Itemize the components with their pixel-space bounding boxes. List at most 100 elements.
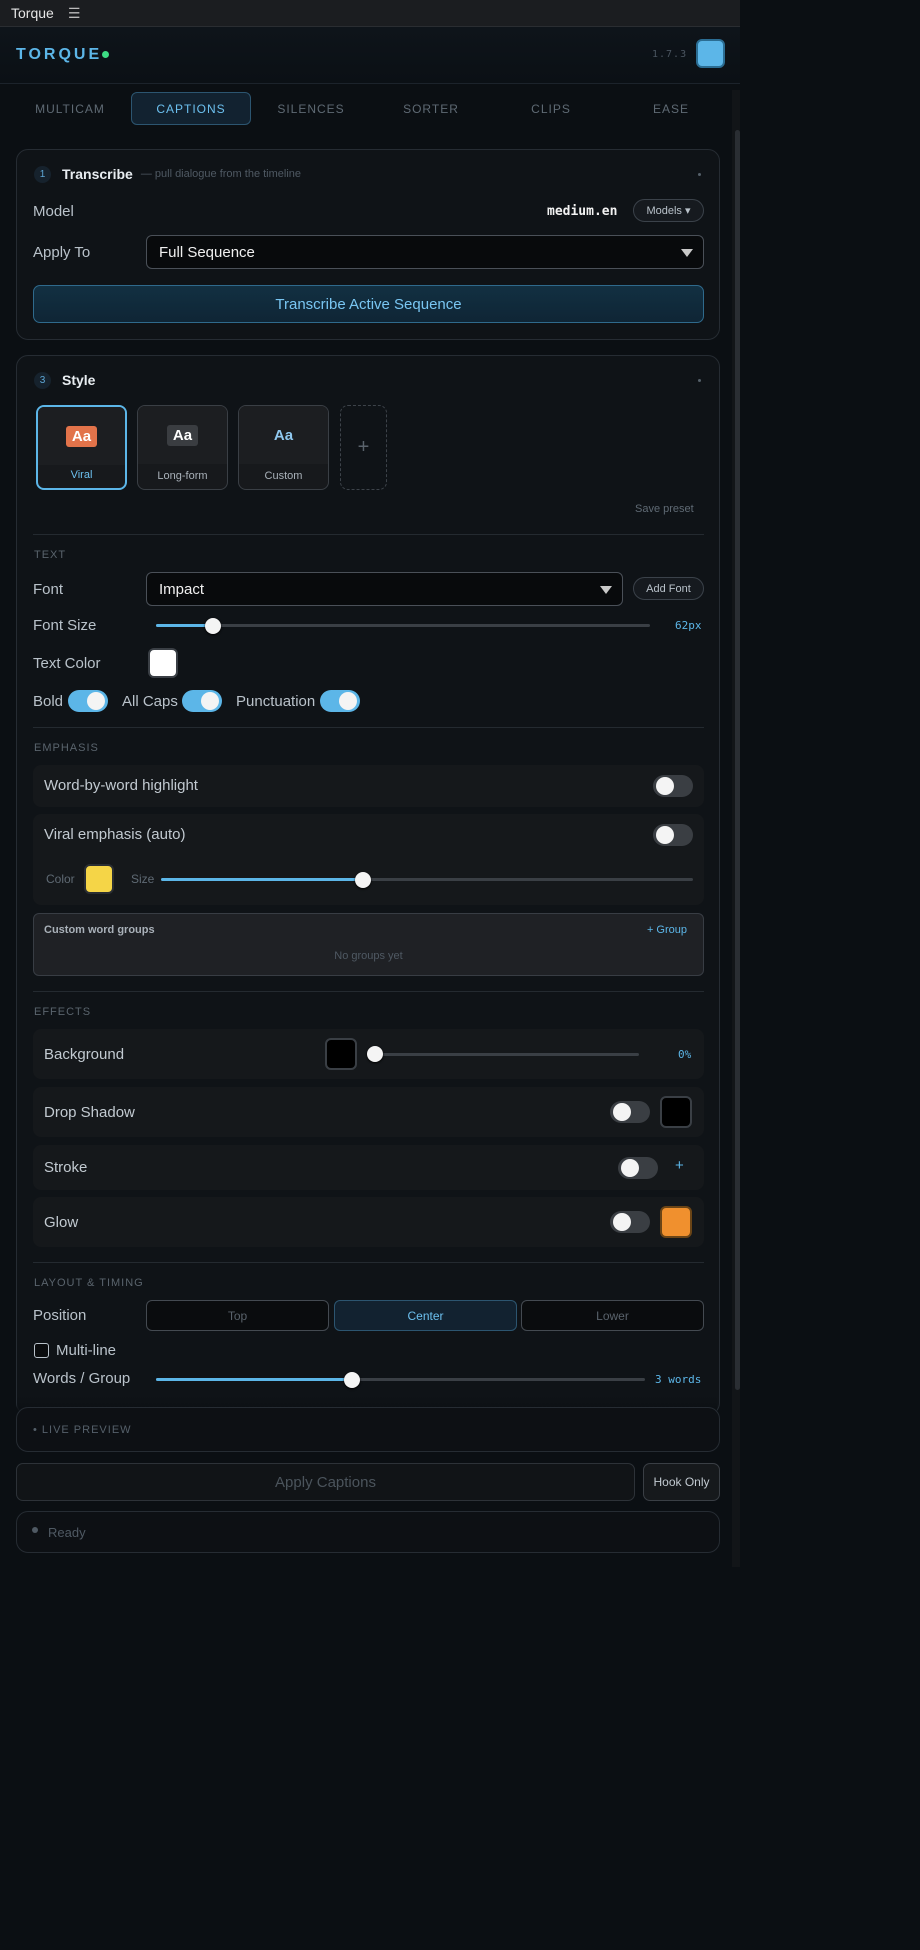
scrollbar-thumb[interactable] bbox=[735, 130, 740, 1390]
emphasis-size-slider[interactable] bbox=[161, 878, 693, 881]
add-font-button[interactable]: Add Font bbox=[633, 577, 704, 600]
toggle-knob bbox=[201, 692, 219, 710]
app-header: TORQUE 1.7.3 bbox=[0, 27, 740, 84]
text-color-swatch[interactable] bbox=[148, 648, 178, 678]
stroke-toggle[interactable] bbox=[618, 1157, 658, 1179]
add-preset-button[interactable]: + bbox=[340, 405, 387, 490]
add-group-button[interactable]: + Group bbox=[647, 924, 687, 936]
divider bbox=[33, 1262, 704, 1263]
word-highlight-toggle[interactable] bbox=[653, 775, 693, 797]
tab-ease[interactable]: EASE bbox=[611, 92, 731, 125]
tab-clips[interactable]: CLIPS bbox=[491, 92, 611, 125]
transcribe-header: 1 Transcribe — pull dialogue from the ti… bbox=[34, 164, 301, 184]
section-emphasis-label: EMPHASIS bbox=[34, 742, 99, 754]
bold-toggle[interactable] bbox=[68, 690, 108, 712]
viral-emphasis-label: Viral emphasis (auto) bbox=[44, 826, 186, 843]
font-size-knob[interactable] bbox=[204, 618, 221, 634]
status-dot-icon bbox=[32, 1527, 38, 1533]
font-label: Font bbox=[33, 581, 64, 598]
divider bbox=[33, 534, 704, 535]
position-top[interactable]: Top bbox=[146, 1300, 329, 1331]
model-label: Model bbox=[33, 203, 74, 220]
position-lower[interactable]: Lower bbox=[521, 1300, 704, 1331]
preset-long-form[interactable]: Aa Long-form bbox=[137, 405, 228, 490]
multiline-checkbox[interactable] bbox=[34, 1343, 49, 1358]
emphasis-size-label: Size bbox=[131, 872, 155, 886]
drop-shadow-row: Drop Shadow bbox=[33, 1087, 704, 1137]
transcribe-button[interactable]: Transcribe Active Sequence bbox=[33, 285, 704, 323]
model-value: medium.en bbox=[547, 204, 618, 219]
drop-shadow-toggle[interactable] bbox=[610, 1101, 650, 1123]
background-opacity-slider[interactable] bbox=[375, 1053, 639, 1056]
multiline-label: Multi-line bbox=[56, 1342, 117, 1359]
glow-toggle[interactable] bbox=[610, 1211, 650, 1233]
preset-name: Custom bbox=[264, 470, 303, 482]
words-group-label: Words / Group bbox=[33, 1370, 131, 1387]
all-caps-toggle[interactable] bbox=[182, 690, 222, 712]
tab-sorter[interactable]: SORTER bbox=[371, 92, 491, 125]
glow-label: Glow bbox=[44, 1214, 79, 1231]
font-size-value: 62px bbox=[675, 619, 702, 632]
style-card: 3 Style Aa Viral Aa Long-form Aa Custom … bbox=[16, 355, 720, 1415]
toggle-knob bbox=[656, 826, 674, 844]
stroke-row: Stroke + bbox=[33, 1145, 704, 1190]
tab-captions[interactable]: CAPTIONS bbox=[131, 92, 251, 125]
background-label: Background bbox=[44, 1046, 125, 1063]
menu-icon[interactable]: ☰ bbox=[68, 5, 81, 22]
words-group-knob[interactable] bbox=[343, 1372, 360, 1388]
preset-viral[interactable]: Aa Viral bbox=[36, 405, 127, 490]
position-label: Position bbox=[33, 1307, 87, 1324]
window-title: Torque bbox=[11, 5, 54, 21]
font-select[interactable]: Impact bbox=[146, 572, 623, 606]
word-highlight-label: Word-by-word highlight bbox=[44, 777, 198, 794]
live-preview-bar[interactable]: • LIVE PREVIEW bbox=[16, 1407, 720, 1452]
toggle-knob bbox=[613, 1103, 631, 1121]
background-opacity-knob[interactable] bbox=[367, 1046, 383, 1062]
background-row: Background 0% bbox=[33, 1029, 704, 1079]
font-size-slider[interactable] bbox=[156, 624, 650, 627]
preset-chip: Aa bbox=[166, 424, 199, 446]
preset-sample: Aa bbox=[138, 406, 227, 464]
punctuation-toggle[interactable] bbox=[320, 690, 360, 712]
emphasis-color-label: Color bbox=[46, 872, 75, 886]
shadow-color-swatch[interactable] bbox=[660, 1096, 692, 1128]
tab-silences[interactable]: SILENCES bbox=[251, 92, 371, 125]
glow-row: Glow bbox=[33, 1197, 704, 1247]
glow-color-swatch[interactable] bbox=[660, 1206, 692, 1238]
apply-to-select[interactable]: Full Sequence bbox=[146, 235, 704, 269]
tab-multicam[interactable]: MULTICAM bbox=[10, 92, 130, 125]
words-group-slider[interactable] bbox=[156, 1378, 645, 1381]
punctuation-label: Punctuation bbox=[236, 693, 316, 710]
apply-captions-button[interactable]: Apply Captions bbox=[16, 1463, 635, 1501]
background-color-swatch[interactable] bbox=[325, 1038, 357, 1070]
bold-label: Bold bbox=[33, 693, 64, 710]
collapse-icon[interactable] bbox=[698, 379, 701, 382]
add-stroke-button[interactable]: + bbox=[675, 1157, 684, 1174]
section-layout-label: LAYOUT & TIMING bbox=[34, 1277, 144, 1289]
collapse-icon[interactable] bbox=[698, 173, 701, 176]
viral-emphasis-row: Viral emphasis (auto) Color Size bbox=[33, 814, 704, 905]
toggle-knob bbox=[87, 692, 105, 710]
status-text: Ready bbox=[48, 1525, 86, 1540]
slider-fill bbox=[161, 878, 364, 881]
emphasis-color-swatch[interactable] bbox=[84, 864, 114, 894]
emphasis-size-knob[interactable] bbox=[355, 872, 372, 888]
status-bar: Ready bbox=[16, 1511, 720, 1553]
divider bbox=[33, 727, 704, 728]
preset-custom[interactable]: Aa Custom bbox=[238, 405, 329, 490]
groups-empty-text: No groups yet bbox=[334, 950, 403, 962]
slider-fill bbox=[156, 1378, 352, 1381]
chevron-down-icon bbox=[600, 586, 612, 594]
card-title: Transcribe bbox=[62, 166, 133, 182]
viral-emphasis-toggle[interactable] bbox=[653, 824, 693, 846]
models-button[interactable]: Models ▾ bbox=[633, 199, 704, 222]
custom-word-groups: Custom word groups + Group No groups yet bbox=[33, 913, 704, 976]
position-center[interactable]: Center bbox=[334, 1300, 517, 1331]
hook-only-button[interactable]: Hook Only bbox=[643, 1463, 720, 1501]
app-color-icon[interactable] bbox=[696, 39, 725, 68]
toggle-knob bbox=[656, 777, 674, 795]
all-caps-label: All Caps bbox=[122, 693, 178, 710]
brand-logo: TORQUE bbox=[16, 46, 103, 63]
toggle-knob bbox=[613, 1213, 631, 1231]
save-preset-link[interactable]: Save preset bbox=[635, 503, 694, 515]
